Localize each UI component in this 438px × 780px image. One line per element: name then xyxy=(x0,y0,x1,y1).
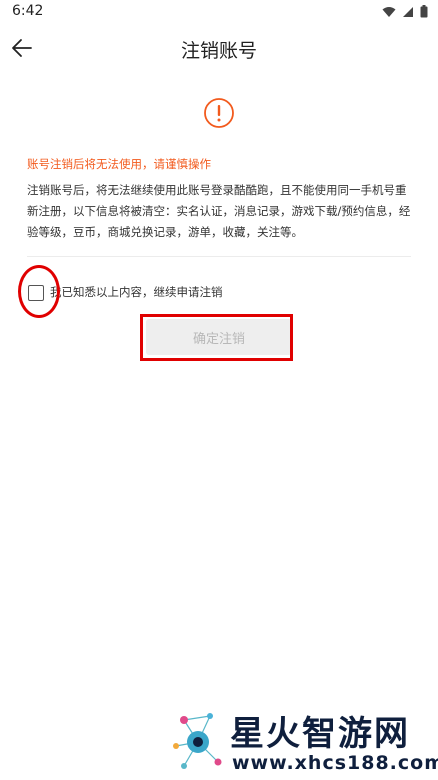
agreement-checkbox[interactable] xyxy=(28,285,44,301)
watermark-url: www.xhcs188.com xyxy=(232,752,438,774)
signal-icon xyxy=(403,6,413,17)
agreement-label[interactable]: 我已知悉以上内容，继续申请注销 xyxy=(50,284,223,300)
divider xyxy=(27,256,411,257)
watermark-logo-icon xyxy=(173,713,222,769)
warning-text: 账号注销后将无法使用，请谨慎操作 xyxy=(27,157,211,171)
description-text: 注销账号后，将无法继续使用此账号登录酷酷跑，且不能使用同一手机号重新注册，以下信… xyxy=(27,183,411,239)
battery-icon xyxy=(420,5,428,18)
wifi-icon xyxy=(382,6,396,17)
watermark: 星火智游网 www.xhcs188.com xyxy=(170,706,438,774)
watermark-name: 星火智游网 xyxy=(230,714,410,754)
status-bar: 6:42 xyxy=(0,0,438,24)
account-cancel-screen: 6:42 注销账号 账号注销后将无法使用，请谨慎操作 注销账号后，将无法继续使用… xyxy=(0,0,438,780)
status-time: 6:42 xyxy=(12,3,44,19)
status-icons xyxy=(382,5,428,18)
app-header: 注销账号 xyxy=(0,26,438,70)
page-title: 注销账号 xyxy=(180,40,257,62)
confirm-cancel-button[interactable]: 确定注销 xyxy=(146,319,292,355)
exclamation-circle-icon xyxy=(204,98,234,128)
